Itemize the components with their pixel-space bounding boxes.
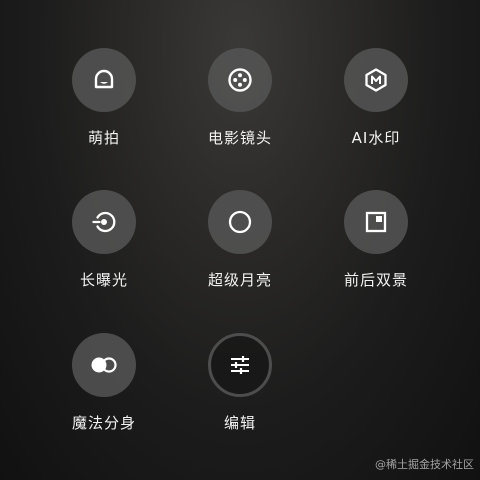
meng-pai-button[interactable]: [72, 48, 136, 112]
mode-clone[interactable]: 魔法分身: [49, 333, 159, 453]
super-moon-button[interactable]: [208, 190, 272, 254]
edit-label: 编辑: [223, 414, 256, 432]
moon-circle-icon: [227, 209, 253, 235]
site-watermark: @稀土掘金技术社区: [375, 458, 474, 471]
clone-button[interactable]: [72, 333, 136, 397]
ai-watermark-button[interactable]: [344, 48, 408, 112]
mode-movie-lens[interactable]: 电影镜头: [185, 48, 295, 168]
sliders-icon: [228, 353, 252, 377]
dual-frame-icon: [364, 210, 388, 234]
mode-meng-pai[interactable]: 萌拍: [49, 48, 159, 168]
long-exposure-label: 长曝光: [79, 271, 128, 289]
film-reel-icon: [227, 67, 253, 93]
dual-view-button[interactable]: [344, 190, 408, 254]
dual-view-label: 前后双景: [343, 271, 408, 289]
meng-pai-label: 萌拍: [87, 129, 120, 147]
long-exposure-button[interactable]: [72, 190, 136, 254]
mode-edit[interactable]: 编辑: [185, 333, 295, 453]
movie-lens-button[interactable]: [208, 48, 272, 112]
edit-button[interactable]: [208, 333, 272, 397]
mode-super-moon[interactable]: 超级月亮: [185, 190, 295, 310]
hexagon-m-icon: [363, 67, 389, 93]
cute-face-icon: [92, 68, 116, 92]
mode-ai-watermark[interactable]: AI水印: [321, 48, 431, 168]
ai-watermark-label: AI水印: [351, 129, 401, 147]
clone-label: 魔法分身: [71, 414, 136, 432]
camera-mode-grid: 萌拍 电影镜头 AI水印 长曝光 超级月亮 前后双景 魔法分身 编辑: [0, 0, 480, 480]
super-moon-label: 超级月亮: [207, 271, 272, 289]
clone-circles-icon: [89, 355, 119, 375]
mode-long-exposure[interactable]: 长曝光: [49, 190, 159, 310]
movie-lens-label: 电影镜头: [207, 129, 272, 147]
long-exposure-icon: [91, 209, 117, 235]
mode-dual-view[interactable]: 前后双景: [321, 190, 431, 310]
